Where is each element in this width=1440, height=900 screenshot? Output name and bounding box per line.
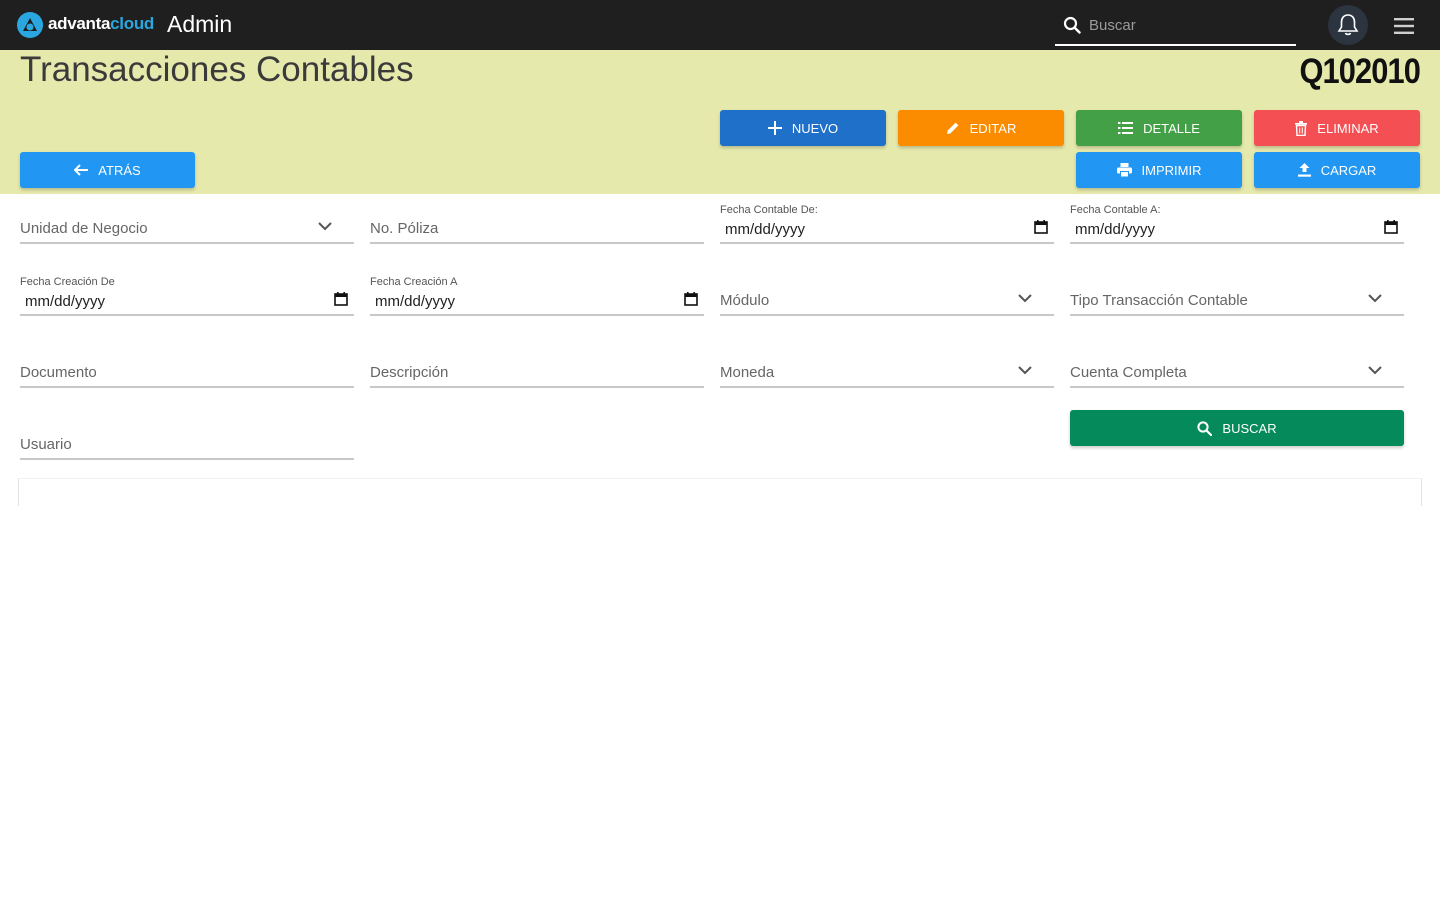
- document-label: Documento: [20, 364, 97, 381]
- creation-date-from-label: Fecha Creación De: [20, 276, 115, 288]
- search-button[interactable]: BUSCAR: [1070, 410, 1404, 446]
- calendar-icon[interactable]: [1034, 220, 1048, 234]
- accounting-date-from-label: Fecha Contable De:: [720, 204, 818, 216]
- upload-button[interactable]: CARGAR: [1254, 152, 1420, 188]
- back-button[interactable]: ATRÁS: [20, 152, 195, 188]
- full-account-label: Cuenta Completa: [1070, 364, 1187, 381]
- calendar-icon[interactable]: [684, 292, 698, 306]
- calendar-icon[interactable]: [334, 292, 348, 306]
- accounting-date-to-field[interactable]: Fecha Contable A: mm/dd/yyyy: [1070, 204, 1404, 244]
- brand-name-part1: advanta: [48, 14, 111, 33]
- policy-number-field[interactable]: No. Póliza: [370, 206, 704, 244]
- brand-name[interactable]: advantacloud: [48, 14, 154, 34]
- full-account-select[interactable]: Cuenta Completa: [1070, 350, 1404, 388]
- advanta-logo-icon[interactable]: [16, 11, 44, 39]
- chevron-down-icon: [1018, 294, 1032, 303]
- creation-date-to-field[interactable]: Fecha Creación A mm/dd/yyyy: [370, 276, 704, 316]
- accounting-date-from-value: mm/dd/yyyy: [725, 221, 806, 238]
- app-title: Admin: [167, 11, 233, 37]
- module-label: Módulo: [720, 292, 770, 309]
- user-field[interactable]: Usuario: [20, 422, 354, 460]
- trash-icon: [1295, 120, 1308, 136]
- results-container: [18, 478, 1422, 506]
- hamburger-menu-icon[interactable]: [1392, 15, 1416, 37]
- currency-select[interactable]: Moneda: [720, 350, 1054, 388]
- calendar-icon[interactable]: [1384, 220, 1398, 234]
- new-button[interactable]: NUEVO: [720, 110, 886, 146]
- currency-label: Moneda: [720, 364, 775, 381]
- chevron-down-icon: [1368, 294, 1382, 303]
- pencil-icon: [946, 122, 959, 134]
- new-button-label: NUEVO: [791, 120, 839, 136]
- creation-date-to-value: mm/dd/yyyy: [375, 293, 456, 310]
- description-label: Descripción: [370, 364, 449, 381]
- arrow-left-icon: [74, 164, 89, 176]
- business-unit-select[interactable]: Unidad de Negocio: [20, 206, 354, 244]
- print-button-label: IMPRIMIR: [1141, 162, 1202, 178]
- back-button-label: ATRÁS: [98, 162, 141, 178]
- transaction-type-select[interactable]: Tipo Transacción Contable: [1070, 278, 1404, 316]
- module-select[interactable]: Módulo: [720, 278, 1054, 316]
- search-icon: [1063, 16, 1081, 34]
- creation-date-from-value: mm/dd/yyyy: [25, 293, 106, 310]
- top-navigation-bar: advantacloud Admin: [0, 0, 1440, 50]
- edit-button[interactable]: EDITAR: [898, 110, 1064, 146]
- description-field[interactable]: Descripción: [370, 350, 704, 388]
- plus-icon: [767, 121, 782, 135]
- edit-button-label: EDITAR: [969, 120, 1017, 136]
- accounting-date-to-label: Fecha Contable A:: [1070, 204, 1161, 216]
- bell-icon: [1337, 14, 1359, 36]
- detail-button[interactable]: DETALLE: [1076, 110, 1242, 146]
- creation-date-to-label: Fecha Creación A: [370, 276, 458, 288]
- policy-number-label: No. Póliza: [370, 220, 439, 237]
- brand-name-part2: cloud: [110, 14, 154, 33]
- search-input[interactable]: [1089, 12, 1289, 38]
- chevron-down-icon: [1018, 366, 1032, 375]
- upload-icon: [1297, 163, 1311, 177]
- page-code: Q102010: [1299, 52, 1420, 91]
- list-icon: [1118, 122, 1134, 134]
- document-field[interactable]: Documento: [20, 350, 354, 388]
- delete-button[interactable]: ELIMINAR: [1254, 110, 1420, 146]
- printer-icon: [1116, 163, 1132, 177]
- chevron-down-icon: [318, 222, 332, 231]
- search-icon: [1197, 420, 1213, 436]
- detail-button-label: DETALLE: [1143, 120, 1200, 136]
- accounting-date-from-field[interactable]: Fecha Contable De: mm/dd/yyyy: [720, 204, 1054, 244]
- user-label: Usuario: [20, 436, 72, 453]
- transaction-type-label: Tipo Transacción Contable: [1070, 292, 1248, 309]
- page-title: Transacciones Contables: [20, 50, 414, 89]
- search-button-label: BUSCAR: [1222, 420, 1277, 436]
- accounting-date-to-value: mm/dd/yyyy: [1075, 221, 1156, 238]
- chevron-down-icon: [1368, 366, 1382, 375]
- notifications-button[interactable]: [1328, 5, 1368, 45]
- delete-button-label: ELIMINAR: [1317, 120, 1379, 136]
- creation-date-from-field[interactable]: Fecha Creación De mm/dd/yyyy: [20, 276, 354, 316]
- business-unit-label: Unidad de Negocio: [20, 220, 148, 237]
- search-box[interactable]: [1055, 8, 1296, 46]
- upload-button-label: CARGAR: [1320, 162, 1377, 178]
- print-button[interactable]: IMPRIMIR: [1076, 152, 1242, 188]
